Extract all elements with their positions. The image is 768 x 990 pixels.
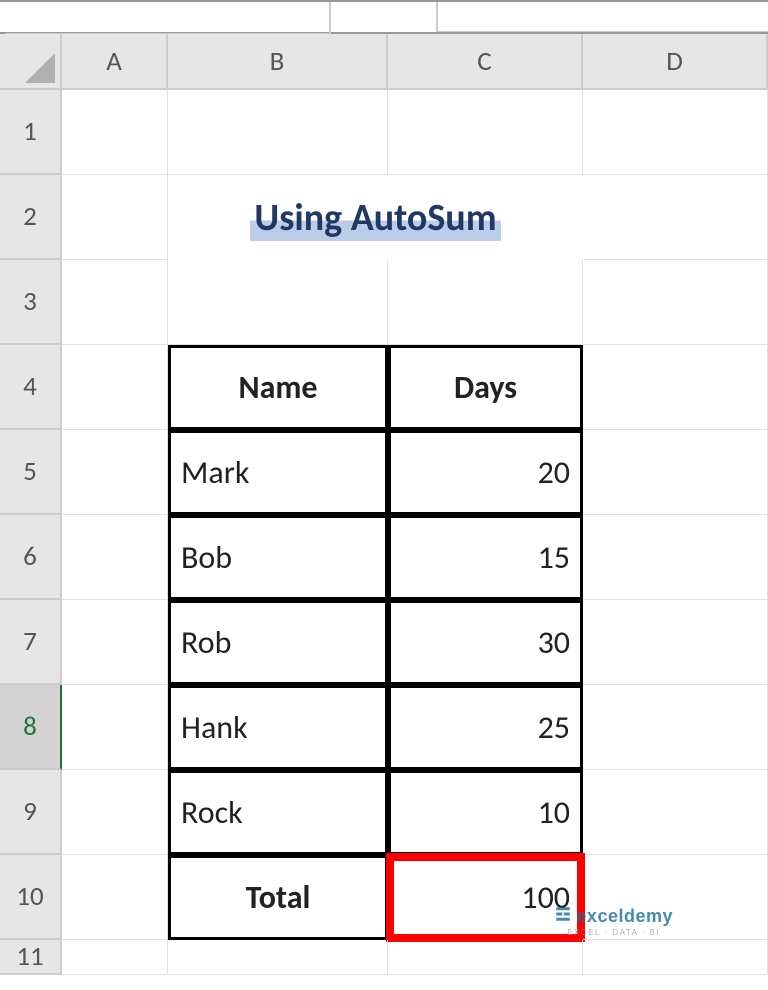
cell-B3[interactable] bbox=[168, 260, 388, 345]
cell-B1[interactable] bbox=[168, 90, 388, 175]
cell-A5[interactable] bbox=[62, 430, 168, 515]
cell-A3[interactable] bbox=[62, 260, 168, 345]
select-all-corner[interactable] bbox=[0, 34, 62, 90]
cell-D2[interactable] bbox=[583, 175, 768, 260]
row-header-6[interactable]: 6 bbox=[0, 515, 62, 600]
days-1[interactable]: 15 bbox=[388, 515, 583, 600]
cell-A10[interactable] bbox=[62, 855, 168, 940]
formula-input[interactable] bbox=[436, 2, 768, 32]
row-header-9[interactable]: 9 bbox=[0, 770, 62, 855]
watermark: exceldemy EXCEL · DATA · BI bbox=[554, 905, 673, 937]
watermark-brand: exceldemy bbox=[576, 906, 673, 927]
cell-D8[interactable] bbox=[583, 685, 768, 770]
cell-D7[interactable] bbox=[583, 600, 768, 685]
title-cell[interactable]: Using AutoSum bbox=[168, 175, 583, 260]
watermark-icon bbox=[554, 905, 572, 928]
name-4[interactable]: Rock bbox=[168, 770, 388, 855]
row-header-1[interactable]: 1 bbox=[0, 90, 62, 175]
name-box[interactable] bbox=[6, 2, 331, 34]
cell-A2[interactable] bbox=[62, 175, 168, 260]
name-0[interactable]: Mark bbox=[168, 430, 388, 515]
cell-D4[interactable] bbox=[583, 345, 768, 430]
cell-A6[interactable] bbox=[62, 515, 168, 600]
cell-A4[interactable] bbox=[62, 345, 168, 430]
spreadsheet: A B C D 1 2 Using AutoSum 3 4 Name Days … bbox=[0, 0, 768, 975]
cell-C11[interactable] bbox=[388, 940, 583, 975]
col-header-A[interactable]: A bbox=[62, 34, 168, 90]
col-header-C[interactable]: C bbox=[388, 34, 583, 90]
formula-bar bbox=[0, 2, 768, 34]
cell-D6[interactable] bbox=[583, 515, 768, 600]
name-2[interactable]: Rob bbox=[168, 600, 388, 685]
days-3[interactable]: 25 bbox=[388, 685, 583, 770]
row-header-4[interactable]: 4 bbox=[0, 345, 62, 430]
cell-A11[interactable] bbox=[62, 940, 168, 975]
cell-D9[interactable] bbox=[583, 770, 768, 855]
row-header-7[interactable]: 7 bbox=[0, 600, 62, 685]
row-header-8[interactable]: 8 bbox=[0, 685, 62, 770]
cell-A9[interactable] bbox=[62, 770, 168, 855]
cell-D5[interactable] bbox=[583, 430, 768, 515]
header-days[interactable]: Days bbox=[388, 345, 583, 430]
cell-C1[interactable] bbox=[388, 90, 583, 175]
cell-D3[interactable] bbox=[583, 260, 768, 345]
cell-A1[interactable] bbox=[62, 90, 168, 175]
row-header-11[interactable]: 11 bbox=[0, 940, 62, 975]
days-0[interactable]: 20 bbox=[388, 430, 583, 515]
cell-A8[interactable] bbox=[62, 685, 168, 770]
cell-A7[interactable] bbox=[62, 600, 168, 685]
row-header-2[interactable]: 2 bbox=[0, 175, 62, 260]
header-name[interactable]: Name bbox=[168, 345, 388, 430]
row-header-3[interactable]: 3 bbox=[0, 260, 62, 345]
days-4[interactable]: 10 bbox=[388, 770, 583, 855]
grid: A B C D 1 2 Using AutoSum 3 4 Name Days … bbox=[0, 34, 768, 975]
total-label[interactable]: Total bbox=[168, 855, 388, 940]
name-1[interactable]: Bob bbox=[168, 515, 388, 600]
days-2[interactable]: 30 bbox=[388, 600, 583, 685]
name-3[interactable]: Hank bbox=[168, 685, 388, 770]
watermark-tagline: EXCEL · DATA · BI bbox=[567, 928, 660, 937]
cell-D11[interactable] bbox=[583, 940, 768, 975]
row-header-10[interactable]: 10 bbox=[0, 855, 62, 940]
cell-B11[interactable] bbox=[168, 940, 388, 975]
col-header-B[interactable]: B bbox=[168, 34, 388, 90]
cell-C3[interactable] bbox=[388, 260, 583, 345]
col-header-D[interactable]: D bbox=[583, 34, 768, 90]
row-header-5[interactable]: 5 bbox=[0, 430, 62, 515]
cell-D1[interactable] bbox=[583, 90, 768, 175]
title-text: Using AutoSum bbox=[250, 195, 500, 241]
